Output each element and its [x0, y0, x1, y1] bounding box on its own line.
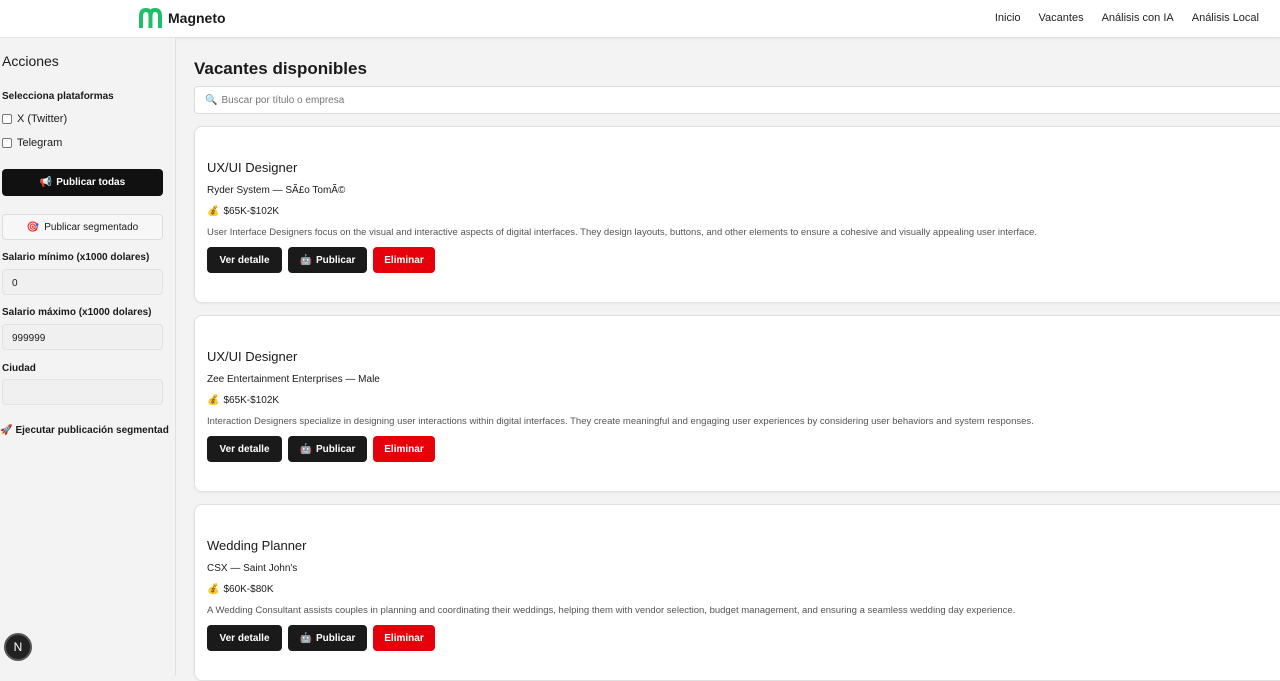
job-salary-value: $65K-$102K [223, 395, 280, 406]
target-icon: 🎯 [26, 221, 40, 233]
job-title: UX/UI Designer [207, 349, 298, 364]
main-nav: Inicio Vacantes Análisis con IA Análisis… [995, 12, 1259, 24]
job-card: UX/UI Designer Ryder System — SÃ£o TomÃ©… [194, 126, 1280, 303]
job-description: User Interface Designers focus on the vi… [207, 227, 1037, 238]
money-bag-icon: 💰 [207, 395, 220, 406]
sidebar-title: Acciones [2, 53, 59, 69]
publish-label: Publicar [315, 254, 356, 266]
nav-link-analisis-ia[interactable]: Análisis con IA [1102, 12, 1174, 24]
job-title: UX/UI Designer [207, 160, 298, 175]
robot-icon: 🤖 [299, 254, 312, 266]
job-company: CSX — Saint John's [207, 563, 298, 574]
publish-all-button[interactable]: 📢 Publicar todas [2, 169, 163, 196]
robot-icon: 🤖 [299, 632, 312, 644]
job-card: Wedding Planner CSX — Saint John's 💰 $60… [194, 504, 1280, 681]
nav-link-inicio[interactable]: Inicio [995, 12, 1021, 24]
search-input[interactable]: Buscar por título o empresa [221, 95, 344, 106]
job-title: Wedding Planner [207, 538, 307, 553]
publish-button[interactable]: 🤖 Publicar [288, 625, 367, 651]
job-actions: Ver detalle 🤖 Publicar Eliminar [207, 625, 435, 651]
job-card: UX/UI Designer Zee Entertainment Enterpr… [194, 315, 1280, 492]
job-description: Interaction Designers specialize in desi… [207, 416, 1034, 427]
search-icon: 🔍 [205, 94, 218, 106]
job-actions: Ver detalle 🤖 Publicar Eliminar [207, 247, 435, 273]
job-salary: 💰 $65K-$102K [207, 395, 279, 406]
dev-tools-badge[interactable]: N [4, 633, 32, 661]
job-salary: 💰 $65K-$102K [207, 206, 279, 217]
execute-segmented-button[interactable]: 🚀 Ejecutar publicación segmentad [0, 425, 169, 436]
page-title: Vacantes disponibles [194, 59, 367, 78]
platform-option-x[interactable]: X (Twitter) [2, 113, 67, 125]
telegram-checkbox[interactable] [2, 138, 12, 148]
view-detail-button[interactable]: Ver detalle [207, 436, 282, 462]
view-detail-button[interactable]: Ver detalle [207, 625, 282, 651]
city-label: Ciudad [2, 363, 36, 374]
job-company: Ryder System — SÃ£o TomÃ© [207, 185, 346, 196]
min-salary-input[interactable]: 0 [2, 269, 163, 295]
search-bar[interactable]: 🔍 Buscar por título o empresa [194, 86, 1280, 114]
delete-button[interactable]: Eliminar [373, 625, 435, 651]
execute-segmented-label: Ejecutar publicación segmentad [15, 425, 169, 436]
job-description: A Wedding Consultant assists couples in … [207, 605, 1016, 616]
platform-option-telegram[interactable]: Telegram [2, 137, 62, 149]
money-bag-icon: 💰 [207, 206, 220, 217]
nav-link-analisis-local[interactable]: Análisis Local [1192, 12, 1259, 24]
job-salary-value: $60K-$80K [223, 584, 274, 595]
city-input[interactable] [2, 379, 163, 405]
job-salary: 💰 $60K-$80K [207, 584, 274, 595]
money-bag-icon: 💰 [207, 584, 220, 595]
magneto-logo-icon [139, 8, 162, 28]
rocket-icon: 🚀 [0, 425, 13, 436]
platform-label-x: X (Twitter) [17, 113, 68, 125]
delete-button[interactable]: Eliminar [373, 247, 435, 273]
delete-button[interactable]: Eliminar [373, 436, 435, 462]
publish-segmented-button[interactable]: 🎯 Publicar segmentado [2, 214, 163, 240]
max-salary-input[interactable]: 999999 [2, 324, 163, 350]
publish-label: Publicar [315, 443, 356, 455]
publish-button[interactable]: 🤖 Publicar [288, 247, 367, 273]
nav-link-vacantes[interactable]: Vacantes [1039, 12, 1084, 24]
publish-segmented-label: Publicar segmentado [44, 221, 139, 233]
robot-icon: 🤖 [299, 443, 312, 455]
job-salary-value: $65K-$102K [223, 206, 280, 217]
job-company: Zee Entertainment Enterprises — Male [207, 374, 380, 385]
job-actions: Ver detalle 🤖 Publicar Eliminar [207, 436, 435, 462]
view-detail-button[interactable]: Ver detalle [207, 247, 282, 273]
max-salary-label: Salario máximo (x1000 dolares) [2, 307, 152, 318]
actions-sidebar: Acciones Selecciona plataformas X (Twitt… [0, 38, 176, 676]
x-checkbox[interactable] [2, 114, 12, 124]
brand-name: Magneto [168, 10, 226, 26]
platforms-label: Selecciona plataformas [2, 91, 114, 102]
min-salary-label: Salario mínimo (x1000 dolares) [2, 252, 150, 263]
publish-all-label: Publicar todas [56, 177, 126, 188]
top-navbar: Magneto Inicio Vacantes Análisis con IA … [0, 0, 1280, 38]
megaphone-icon: 📢 [39, 177, 53, 188]
platform-label-telegram: Telegram [17, 137, 63, 149]
brand[interactable]: Magneto [139, 8, 226, 28]
publish-button[interactable]: 🤖 Publicar [288, 436, 367, 462]
publish-label: Publicar [315, 632, 356, 644]
